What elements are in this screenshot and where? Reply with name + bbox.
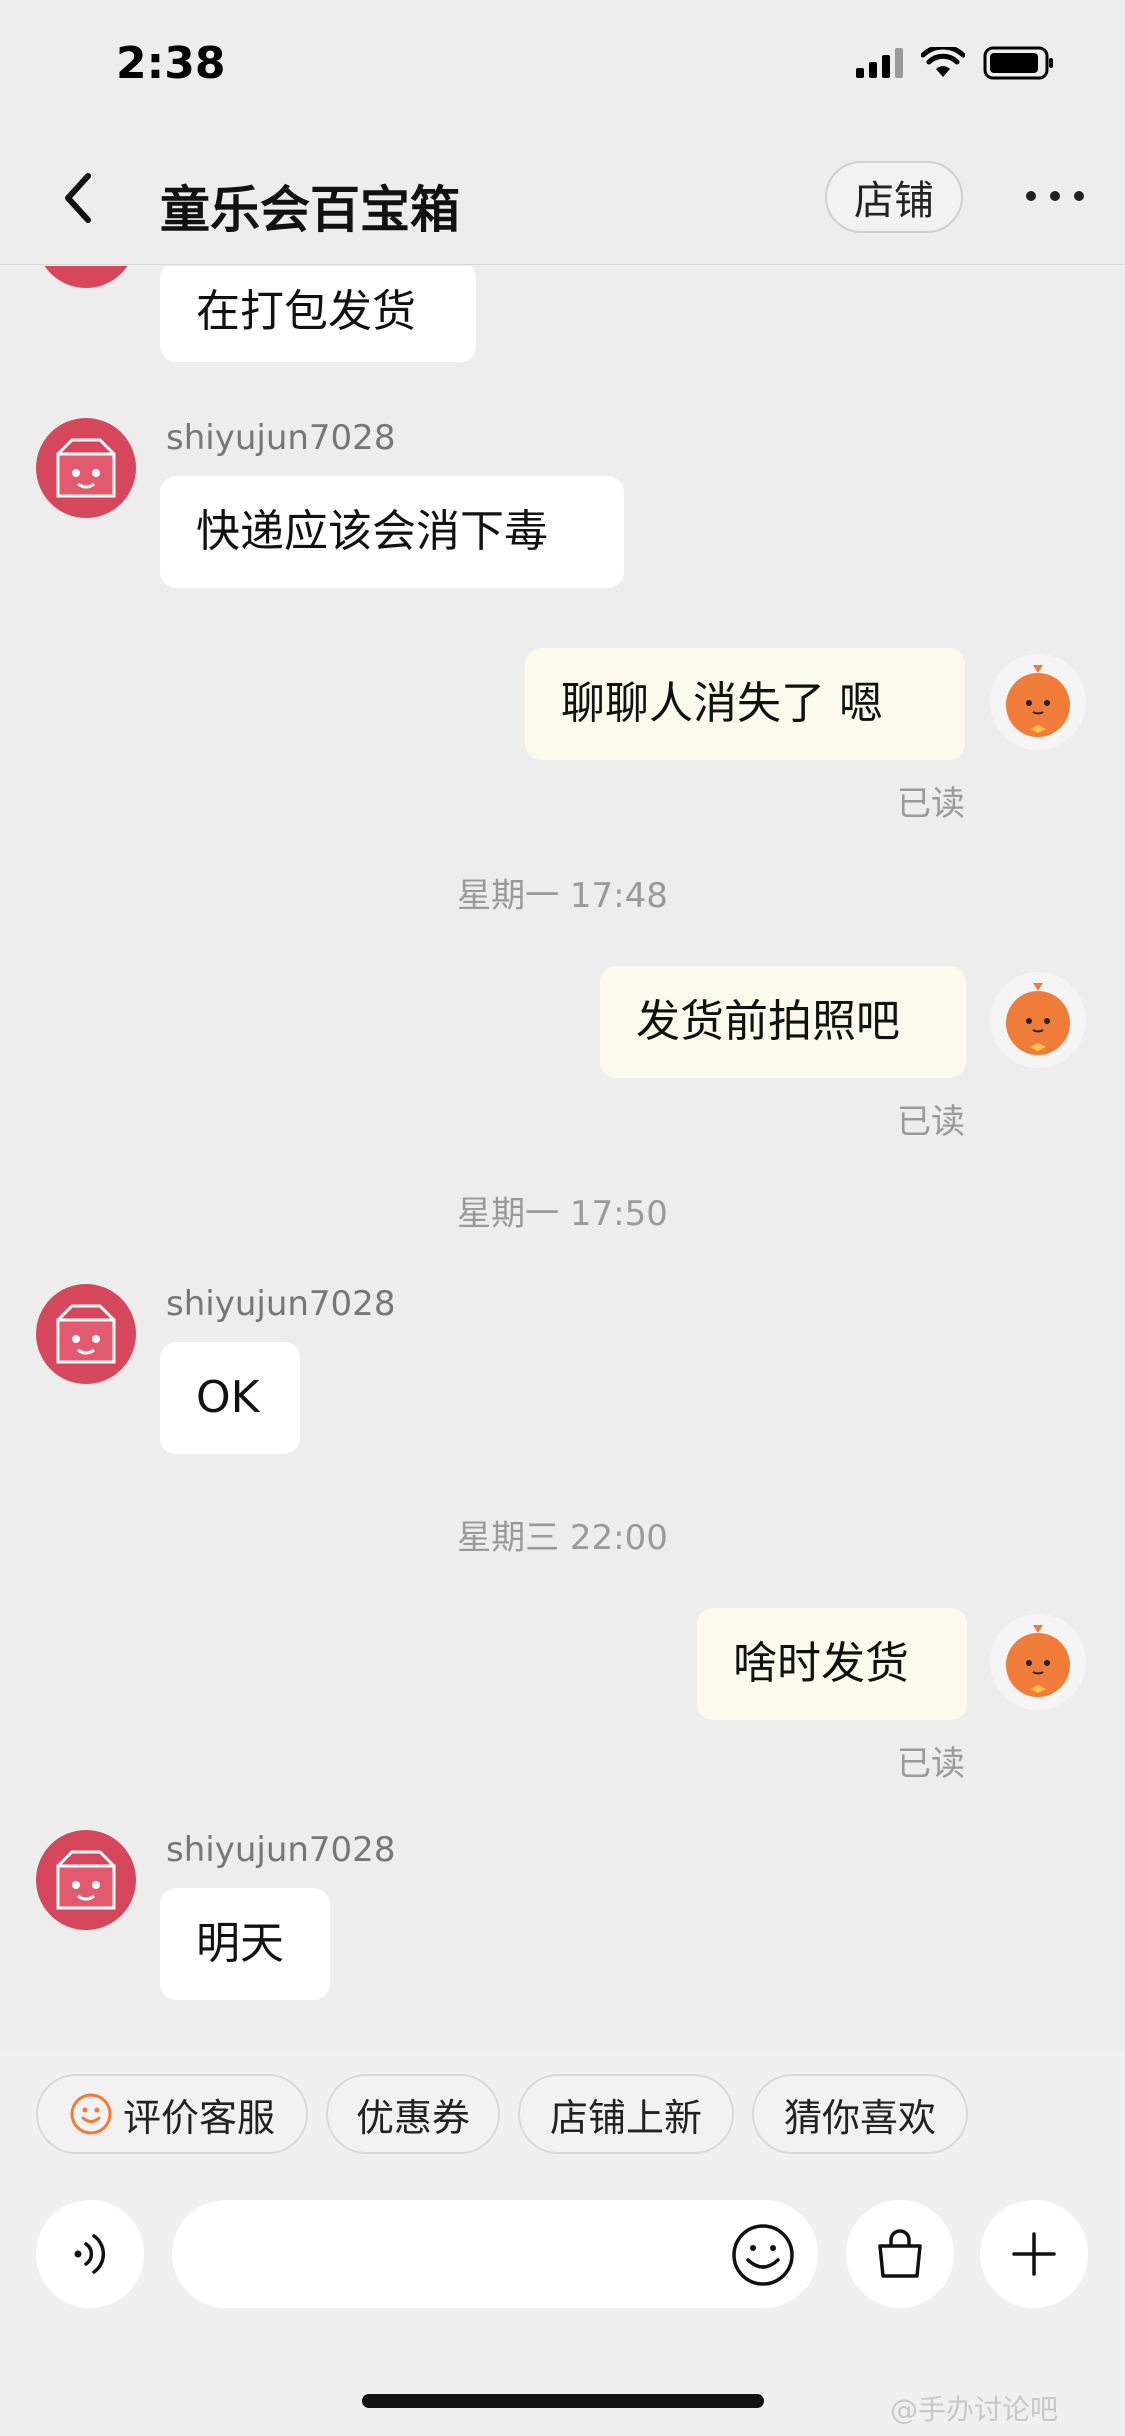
message-bubble-outgoing[interactable]: 发货前拍照吧 xyxy=(600,966,966,1078)
plus-icon xyxy=(1012,2232,1056,2276)
quick-reply-recommendations[interactable]: 猜你喜欢 xyxy=(752,2074,968,2154)
timestamp: 星期三 22:00 xyxy=(457,1518,668,1558)
message-input[interactable] xyxy=(172,2200,818,2308)
more-options-icon[interactable] xyxy=(1020,176,1090,216)
orange-mascot-icon xyxy=(1006,665,1070,737)
sender-name: shiyujun7028 xyxy=(166,1830,396,1870)
quick-reply-coupon[interactable]: 优惠券 xyxy=(326,2074,500,2154)
read-status: 已读 xyxy=(897,1744,965,1784)
quick-reply-rate-service[interactable]: 评价客服 xyxy=(36,2074,308,2154)
read-status: 已读 xyxy=(897,784,965,824)
message-bubble-outgoing[interactable]: 聊聊人消失了 嗯 xyxy=(525,648,965,760)
orange-mascot-icon xyxy=(1006,983,1070,1055)
emoji-button[interactable] xyxy=(730,2222,796,2288)
treasure-box-icon xyxy=(56,438,116,498)
my-avatar[interactable] xyxy=(990,972,1086,1068)
quick-reply-bar: 评价客服 优惠券 店铺上新 猜你喜欢 xyxy=(0,2050,1125,2170)
status-bar: 2:38 xyxy=(0,0,1125,130)
message-bubble-incoming[interactable]: 明天 xyxy=(160,1888,330,2000)
shopping-bag-icon xyxy=(878,2229,922,2278)
battery-icon xyxy=(983,46,1053,80)
my-avatar[interactable] xyxy=(990,654,1086,750)
treasure-box-icon xyxy=(56,1850,116,1910)
cellular-signal-icon xyxy=(856,48,903,78)
treasure-box-icon xyxy=(56,1304,116,1364)
message-bubble-incoming[interactable]: OK xyxy=(160,1342,300,1454)
sender-name: shiyujun7028 xyxy=(166,418,396,458)
shopping-bag-button[interactable] xyxy=(846,2200,954,2308)
shop-avatar[interactable] xyxy=(36,1284,136,1384)
back-icon[interactable] xyxy=(48,168,108,228)
message-bubble-incoming[interactable]: 在打包发货 xyxy=(160,266,476,362)
voice-icon xyxy=(74,2234,106,2274)
quick-reply-new-arrivals[interactable]: 店铺上新 xyxy=(518,2074,734,2154)
chip-label: 评价客服 xyxy=(122,2095,275,2140)
read-status: 已读 xyxy=(897,1102,965,1142)
timestamp: 星期一 17:50 xyxy=(457,1194,668,1234)
timestamp: 星期一 17:48 xyxy=(457,876,668,916)
message-list[interactable]: 在打包发货 shiyujun7028 快递应该会消下毒 聊聊人消失了 嗯 已读 … xyxy=(0,266,1125,2050)
message-bubble-incoming[interactable]: 快递应该会消下毒 xyxy=(160,476,624,588)
watermark: @手办讨论吧 xyxy=(890,2388,1058,2428)
home-indicator[interactable] xyxy=(362,2394,764,2408)
sender-name: shiyujun7028 xyxy=(166,1284,396,1324)
emoji-icon xyxy=(732,2224,794,2286)
more-actions-button[interactable] xyxy=(980,2200,1088,2308)
status-time: 2:38 xyxy=(116,38,226,89)
shop-avatar[interactable] xyxy=(36,266,136,288)
orange-mascot-icon xyxy=(1006,1625,1070,1697)
chat-title: 童乐会百宝箱 xyxy=(160,181,460,239)
chat-header: 童乐会百宝箱 店铺 xyxy=(0,140,1125,265)
voice-button[interactable] xyxy=(36,2200,144,2308)
wifi-icon xyxy=(921,47,965,77)
message-bubble-outgoing[interactable]: 啥时发货 xyxy=(697,1608,967,1720)
shop-avatar[interactable] xyxy=(36,418,136,518)
watermark-text: @手办讨论吧 xyxy=(890,2393,1059,2426)
my-avatar[interactable] xyxy=(990,1614,1086,1710)
status-icons xyxy=(856,46,1055,80)
store-button[interactable]: 店铺 xyxy=(825,161,963,233)
shop-avatar[interactable] xyxy=(36,1830,136,1930)
smile-icon xyxy=(70,2093,112,2135)
